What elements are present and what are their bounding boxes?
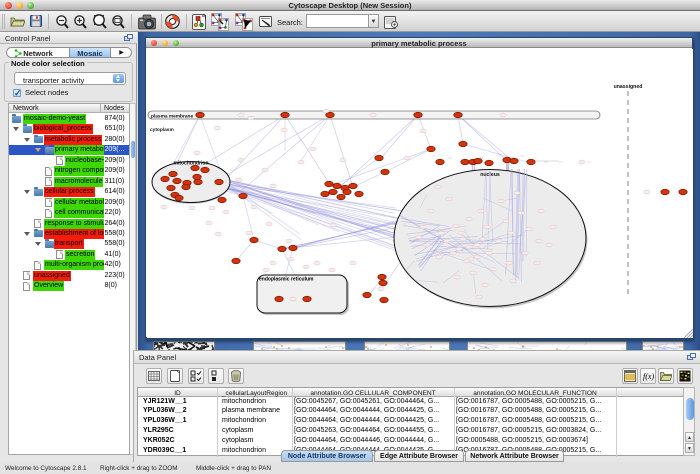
svg-text:endoplasmic reticulum: endoplasmic reticulum [259, 277, 314, 283]
svg-text:f(x): f(x) [643, 372, 654, 381]
svg-text:cytoplasm: cytoplasm [150, 127, 174, 133]
svg-text:unassigned: unassigned [614, 84, 643, 90]
svg-text:mitochondrion: mitochondrion [174, 161, 209, 167]
svg-text:plasma membrane: plasma membrane [151, 114, 193, 120]
